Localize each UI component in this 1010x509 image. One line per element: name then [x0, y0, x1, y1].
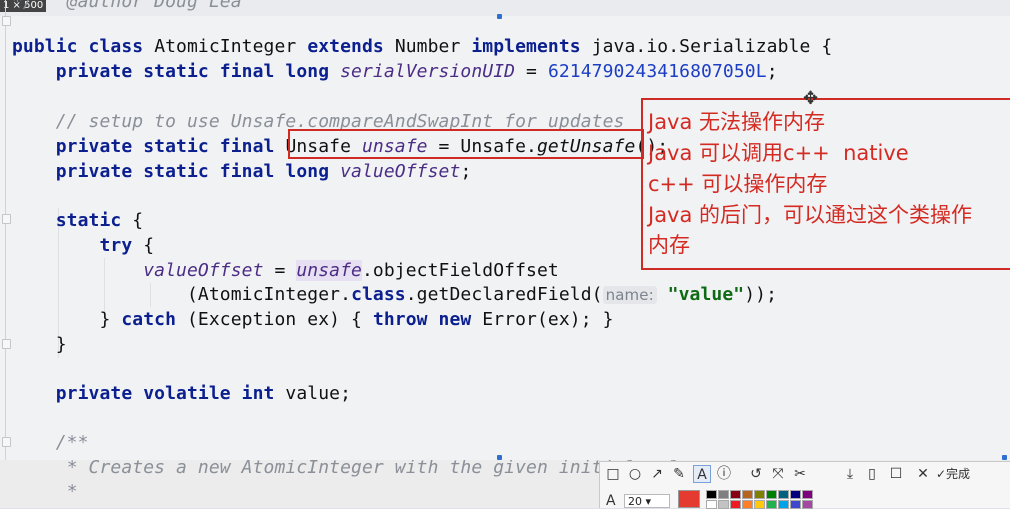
- code-line-class-decl: public class AtomicInteger extends Numbe…: [12, 36, 833, 57]
- color-swatch[interactable]: [742, 490, 753, 499]
- code-line: /**: [55, 432, 89, 453]
- download-icon[interactable]: ⤓: [841, 465, 859, 483]
- color-swatch[interactable]: [706, 490, 717, 499]
- text-tool-icon[interactable]: A: [693, 465, 711, 483]
- color-swatch[interactable]: [730, 490, 741, 499]
- done-button[interactable]: ✓完成: [936, 465, 996, 483]
- code-line: }: [55, 334, 67, 355]
- code-line: */ @author Doug Lea: [12, 0, 242, 12]
- annotation-note: Java 的后门，可以通过这个类操作: [648, 203, 973, 227]
- code-line: valueOffset = unsafe.objectFieldOffset: [143, 260, 559, 281]
- ellipse-tool-icon[interactable]: ○: [626, 465, 644, 483]
- code-line: (AtomicInteger.class.getDeclaredField(na…: [187, 284, 778, 305]
- fold-marker[interactable]: [2, 16, 11, 26]
- color-swatch[interactable]: [790, 490, 801, 499]
- color-swatch[interactable]: [802, 490, 813, 499]
- number-tool-icon[interactable]: ⓘ: [715, 465, 733, 483]
- arrow-tool-icon[interactable]: ↗: [648, 465, 666, 483]
- code-line: try {: [99, 235, 155, 256]
- annotation-note: Java 可以调用c++ native: [648, 141, 909, 165]
- code-line: *: [66, 481, 78, 502]
- color-swatch[interactable]: [766, 490, 777, 499]
- code-line: private static final long serialVersionU…: [55, 61, 778, 82]
- code-line: private static final long valueOffset;: [55, 161, 472, 182]
- current-color-swatch[interactable]: [678, 490, 700, 508]
- font-size-label: A: [606, 493, 616, 509]
- save-icon[interactable]: ☐: [887, 465, 905, 483]
- cut-icon[interactable]: ✂: [791, 465, 809, 483]
- rectangle-tool-icon[interactable]: □: [604, 465, 622, 483]
- undo-icon[interactable]: ↺: [747, 465, 765, 483]
- color-swatch[interactable]: [718, 490, 729, 499]
- move-cursor-icon: ✥: [803, 88, 819, 109]
- annotation-note: 内存: [648, 233, 690, 257]
- color-swatch[interactable]: [754, 490, 765, 499]
- pen-tool-icon[interactable]: ✎: [670, 465, 688, 483]
- color-swatch[interactable]: [778, 490, 789, 499]
- fold-marker[interactable]: [2, 437, 11, 447]
- code-line: } catch (Exception ex) { throw new Error…: [99, 309, 614, 330]
- pin-icon[interactable]: ▯: [863, 465, 881, 483]
- font-size-select[interactable]: 20 ▾: [624, 494, 670, 508]
- close-icon[interactable]: ✕: [914, 465, 932, 483]
- annotation-note: c++ 可以操作内存: [648, 172, 828, 196]
- selection-handle[interactable]: [497, 14, 502, 19]
- fold-marker[interactable]: [2, 214, 11, 224]
- mosaic-icon[interactable]: ⤧: [769, 465, 787, 483]
- annotation-rect-unsafe[interactable]: [288, 129, 644, 159]
- fold-marker[interactable]: [2, 339, 11, 349]
- parameter-hint: name:: [602, 286, 657, 304]
- annotation-note: Java 无法操作内存: [648, 110, 826, 134]
- code-line: private volatile int value;: [55, 383, 352, 404]
- gutter-divider: [5, 0, 6, 460]
- code-line: static {: [55, 210, 144, 231]
